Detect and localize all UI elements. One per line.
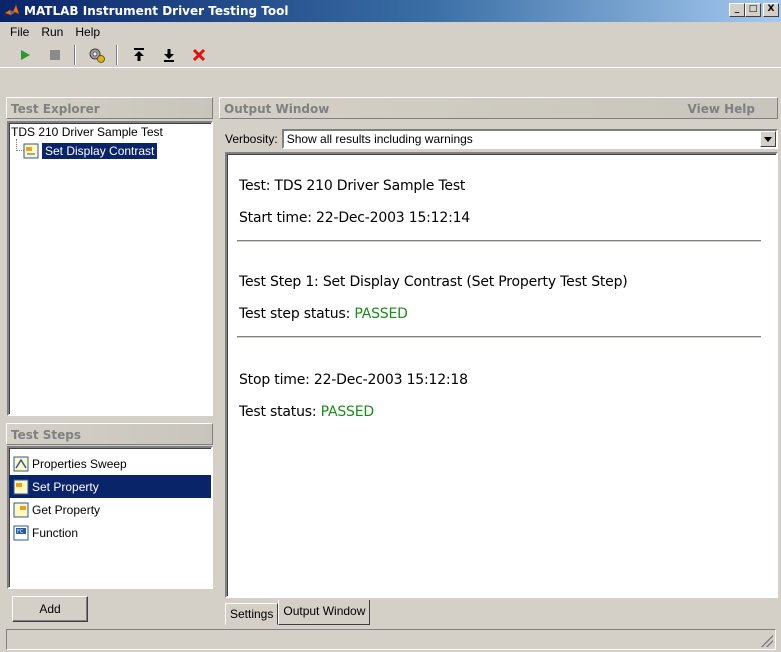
status-bar [6, 629, 776, 650]
run-button[interactable] [14, 44, 36, 66]
step-label: Get Property [32, 502, 101, 517]
maximize-button[interactable]: □ [745, 3, 761, 17]
step-label: Function [32, 525, 79, 540]
close-button[interactable]: X [763, 3, 779, 17]
tab-settings[interactable]: Settings [225, 603, 279, 625]
output-window-title: Output Window [224, 102, 330, 116]
svg-text:FC: FC [17, 529, 24, 535]
output-test-name: Test: TDS 210 Driver Sample Test [239, 178, 466, 194]
window-title: MATLAB Instrument Driver Testing Tool [24, 4, 289, 18]
resize-grip-icon[interactable] [761, 635, 773, 647]
add-button[interactable]: Add [12, 596, 88, 622]
output-text-area[interactable]: Test: TDS 210 Driver Sample Test Start t… [225, 152, 778, 598]
tree-child-label: Set Display Contrast [42, 143, 158, 159]
menu-file[interactable]: File [4, 25, 35, 39]
test-explorer-header: Test Explorer [6, 97, 213, 119]
menu-bar: File Run Help [0, 22, 781, 42]
step-properties-sweep[interactable]: Properties Sweep [9, 452, 211, 475]
output-divider [237, 240, 761, 243]
test-steps-header: Test Steps [6, 423, 213, 445]
step-status-value: PASSED [354, 306, 408, 322]
step-function[interactable]: FC Function [9, 521, 211, 544]
set-property-icon [23, 143, 39, 159]
tree-child-item[interactable]: Set Display Contrast [23, 143, 158, 159]
toolbar-separator [116, 44, 118, 65]
verbosity-row: Verbosity: Show all results including wa… [225, 128, 778, 150]
tree-root-item[interactable]: TDS 210 Driver Sample Test [11, 125, 163, 139]
test-status-label: Test status: [239, 404, 321, 420]
matlab-logo-icon [4, 4, 20, 16]
step-get-property[interactable]: Get Property [9, 498, 211, 521]
function-icon: FC [13, 525, 29, 540]
stop-icon [50, 49, 60, 60]
output-divider [237, 336, 761, 339]
output-window-header: Output Window View Help [219, 97, 778, 119]
minimize-button[interactable]: _ [729, 3, 745, 17]
bottom-tabs: Settings Output Window [225, 600, 371, 625]
stop-button[interactable] [44, 44, 66, 66]
output-step-status: Test step status: PASSED [239, 306, 408, 322]
output-start-time: Start time: 22-Dec-2003 15:12:14 [239, 210, 471, 226]
chevron-down-icon[interactable] [760, 131, 776, 147]
move-down-button[interactable] [158, 44, 180, 66]
set-property-icon [13, 479, 29, 494]
verbosity-value: Show all results including warnings [286, 132, 473, 146]
step-label: Properties Sweep [32, 456, 127, 471]
test-explorer-tree: TDS 210 Driver Sample Test Set Display C… [7, 121, 213, 416]
toolbar-separator [74, 44, 76, 65]
view-help-link[interactable]: View Help [688, 102, 755, 116]
step-label: Set Property [32, 479, 99, 494]
delete-icon [192, 48, 206, 61]
output-step-name: Test Step 1: Set Display Contrast (Set P… [239, 274, 628, 290]
menu-run[interactable]: Run [35, 25, 69, 39]
delete-button[interactable] [188, 44, 210, 66]
sweep-icon [13, 456, 29, 471]
move-up-button[interactable] [128, 44, 150, 66]
verbosity-label: Verbosity: [225, 132, 278, 146]
toolbar [0, 42, 781, 68]
step-set-property[interactable]: Set Property [9, 475, 211, 498]
tab-output-window[interactable]: Output Window [278, 600, 371, 625]
test-steps-list: Properties Sweep Set Property Get Proper… [7, 446, 213, 589]
verbosity-select[interactable]: Show all results including warnings [281, 129, 778, 149]
get-property-icon [13, 502, 29, 517]
generate-code-icon [89, 48, 105, 63]
move-up-icon [134, 47, 144, 61]
output-test-status: Test status: PASSED [239, 404, 374, 420]
step-status-label: Test step status: [239, 306, 355, 322]
generate-code-button[interactable] [86, 44, 108, 66]
move-down-icon [164, 48, 174, 62]
output-stop-time: Stop time: 22-Dec-2003 15:12:18 [239, 372, 468, 388]
menu-help[interactable]: Help [69, 25, 106, 39]
run-icon [21, 49, 30, 60]
test-status-value: PASSED [320, 404, 375, 420]
title-bar: MATLAB Instrument Driver Testing Tool _ … [0, 0, 781, 22]
